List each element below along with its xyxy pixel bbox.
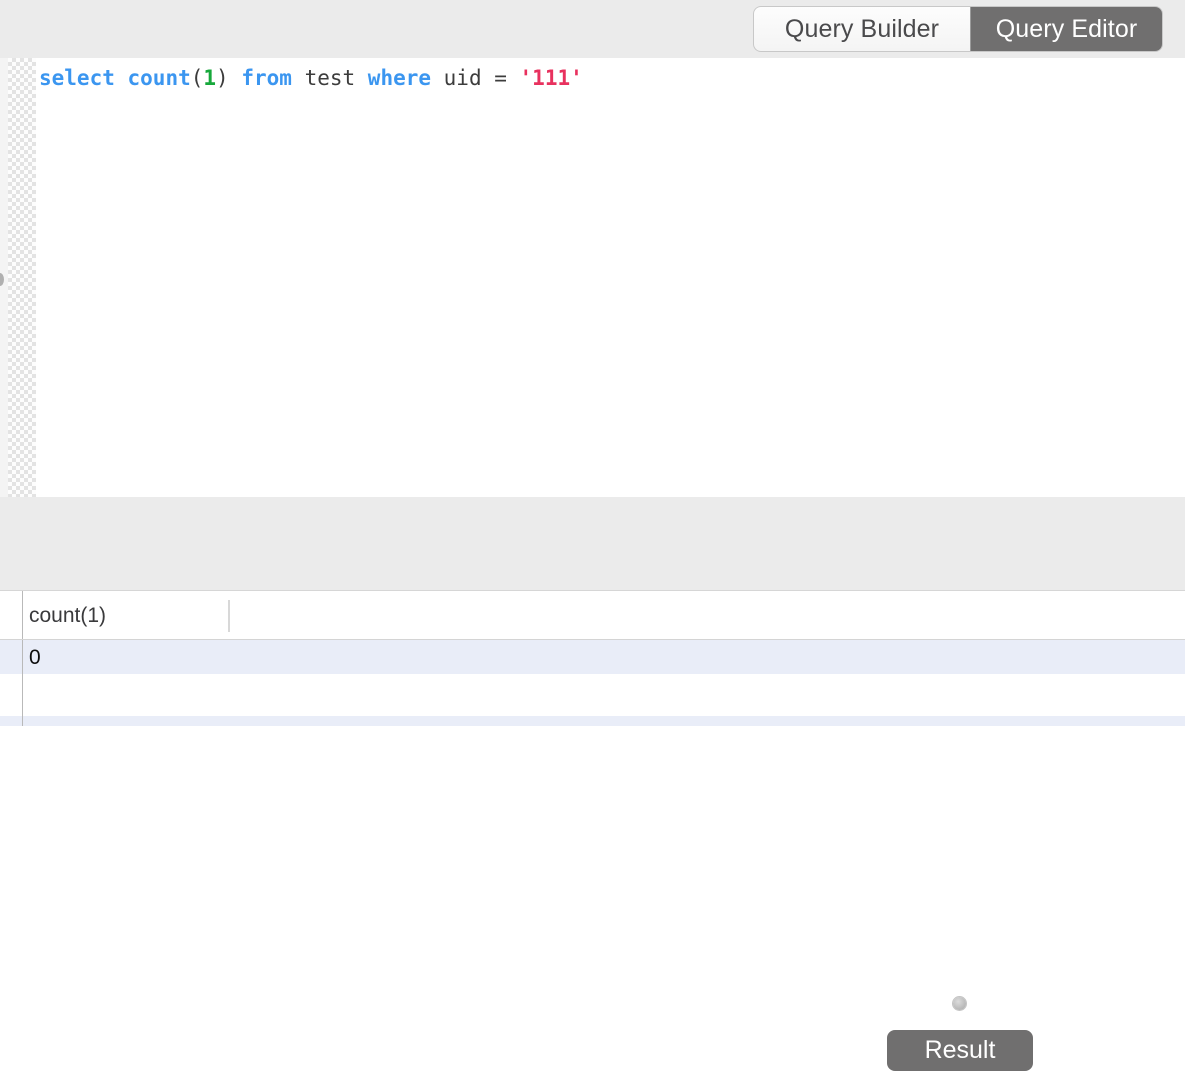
top-toolbar: Query Builder Query Editor (0, 0, 1185, 58)
sql-token-number-1: 1 (203, 66, 217, 90)
tab-query-builder[interactable]: Query Builder (754, 7, 970, 51)
result-button[interactable]: Result (887, 1030, 1033, 1071)
sql-token-where: where (367, 66, 432, 90)
table-row[interactable]: 0 (0, 640, 1185, 674)
sql-token-string-literal: '111' (519, 66, 583, 90)
editor-gutter (8, 58, 36, 497)
editor-bottom-panel: Result (0, 497, 1185, 1071)
cell-count-value[interactable]: 0 (23, 640, 230, 674)
column-header-count[interactable]: count(1) (23, 591, 230, 639)
sql-token-select: select (39, 66, 115, 90)
view-mode-tab-group: Query Builder Query Editor (754, 7, 1162, 51)
table-row[interactable] (0, 674, 1185, 716)
query-editor-area[interactable]: select count(1) from test where uid = '1… (0, 58, 1185, 497)
cell-count-value[interactable] (23, 716, 230, 726)
sql-token-count: count (127, 66, 191, 90)
cell-blank-value[interactable] (230, 716, 1185, 726)
sql-token-space-2 (229, 66, 242, 90)
sql-token-space-1 (115, 66, 128, 90)
sql-token-close-paren: ) (216, 66, 229, 90)
row-number-header-cell (0, 591, 23, 639)
result-grid[interactable]: count(1) 0 (0, 590, 1185, 727)
cell-text-count-value: 0 (29, 645, 41, 669)
cell-count-value[interactable] (23, 674, 230, 716)
tab-query-editor[interactable]: Query Editor (970, 7, 1162, 51)
row-number-cell (0, 674, 23, 716)
table-row[interactable] (0, 716, 1185, 726)
result-grid-header-row: count(1) (0, 591, 1185, 640)
cell-blank-value[interactable] (230, 674, 1185, 716)
sql-token-table-test: test (291, 66, 368, 90)
splitter-handle-icon[interactable] (953, 997, 966, 1010)
row-number-cell (0, 716, 23, 726)
row-number-cell (0, 640, 23, 674)
cell-blank-value[interactable] (230, 640, 1185, 674)
column-header-blank[interactable] (230, 591, 1185, 639)
sql-code-line: select count(1) from test where uid = '1… (39, 64, 1185, 92)
column-header-label-count: count(1) (29, 603, 107, 627)
sql-token-column-uid: uid = (431, 66, 520, 90)
sql-query-editor-window: Query Builder Query Editor select count(… (0, 0, 1185, 1071)
sql-token-from: from (241, 66, 292, 90)
sql-code-input[interactable]: select count(1) from test where uid = '1… (36, 58, 1185, 497)
sql-token-open-paren: ( (190, 66, 204, 90)
